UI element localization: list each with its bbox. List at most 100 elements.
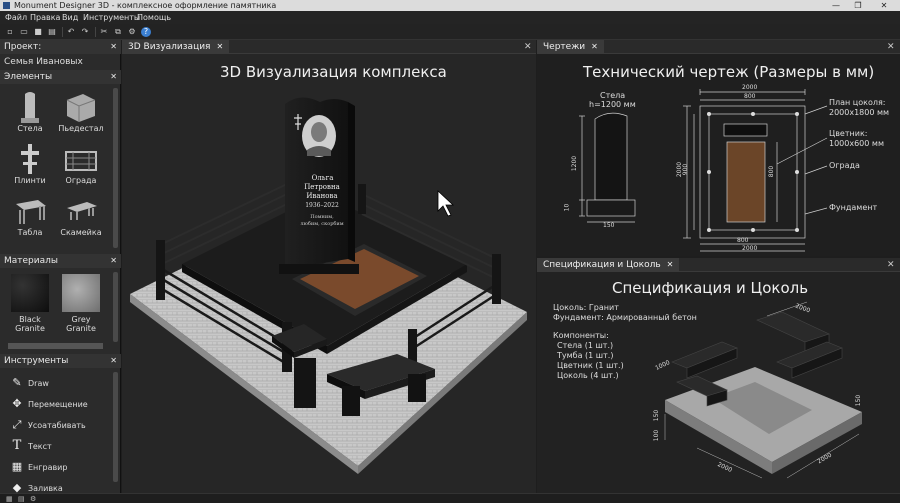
close-icon[interactable]: ✕ — [110, 40, 117, 54]
element-pedestal[interactable]: Пьедестал — [56, 90, 106, 133]
tool-text[interactable]: T Текст — [10, 437, 52, 455]
save-icon[interactable]: ■ — [33, 27, 43, 37]
new-icon[interactable]: ▫ — [5, 27, 15, 37]
print-icon[interactable]: ▤ — [47, 27, 57, 37]
tool-fill[interactable]: ◆ Заливка — [10, 479, 63, 493]
close-button[interactable]: ✕ — [874, 0, 894, 11]
app-logo-icon — [3, 2, 10, 9]
dim-stele-base-width: 150 — [603, 222, 615, 229]
dim-plan-inner-width: 800 — [744, 93, 756, 100]
left-panel: Проект: ✕ Семья Ивановых Элементы ✕ Стела … — [0, 40, 121, 495]
element-fence[interactable]: Ограда — [56, 142, 106, 185]
settings-icon[interactable]: ⚙ — [127, 27, 137, 37]
brush-icon: ✎ — [12, 376, 22, 389]
element-label: Табла — [17, 228, 43, 237]
tab-drawings[interactable]: Чертежи ✕ — [537, 40, 604, 54]
settings-icon[interactable]: ⚙ — [30, 495, 38, 503]
menu-help[interactable]: Помощь — [137, 11, 171, 24]
tab-3d-view[interactable]: 3D Визуализация ✕ — [122, 40, 230, 54]
technical-drawing — [579, 89, 828, 252]
close-icon[interactable]: ✕ — [110, 70, 117, 84]
minimize-button[interactable]: — — [826, 0, 846, 11]
element-stele[interactable]: Стела — [5, 90, 55, 133]
stele-label: Стела — [600, 91, 626, 100]
dim-spec-g: 100 — [653, 429, 661, 442]
toolbar-separator — [62, 27, 63, 37]
tab-label: Чертежи — [543, 42, 586, 52]
open-icon[interactable]: ▭ — [19, 27, 29, 37]
viewport-3d[interactable]: 3D Визуализация комплекса Ольга Петровна… — [122, 54, 536, 493]
element-label: Стела — [17, 124, 43, 133]
tool-label: Текст — [28, 442, 52, 451]
tool-draw[interactable]: ✎ Draw — [10, 374, 49, 392]
scale-icon: ⤢ — [12, 418, 22, 431]
material-grey-granite[interactable]: Grey Granite — [56, 274, 106, 333]
dim-stele-base: 10 — [563, 203, 571, 212]
tool-label: Енгравир — [28, 463, 68, 472]
maximize-button[interactable]: ❐ — [848, 0, 868, 11]
tool-engrave[interactable]: ▦ Енгравир — [10, 458, 68, 476]
material-strip — [8, 343, 103, 349]
materials-header: Материалы ✕ — [0, 254, 121, 268]
epitaph-memo-1: Помним, — [310, 214, 334, 220]
close-icon[interactable]: ✕ — [591, 42, 598, 51]
materials-scrollbar[interactable] — [113, 272, 118, 342]
tool-scale[interactable]: ⤢ Усоатабивать — [10, 416, 86, 434]
legend-flower-label: Цветник: — [829, 129, 868, 138]
cut-icon[interactable]: ✂ — [99, 27, 109, 37]
viewport-tabstrip: 3D Визуализация ✕ ✕ — [122, 40, 536, 54]
undo-icon[interactable]: ↶ — [66, 27, 76, 37]
fence-icon — [65, 151, 97, 171]
element-label: Скамейка — [60, 228, 102, 237]
stele-height: h=1200 мм — [589, 100, 636, 109]
material-swatch — [11, 274, 49, 312]
project-header: Проект: ✕ — [0, 40, 121, 54]
menu-file[interactable]: Файл — [5, 11, 27, 24]
element-label: Ограда — [65, 176, 97, 185]
dim-flower-height: 800 — [768, 165, 776, 178]
title-bar: Monument Designer 3D - комплексное оформ… — [0, 0, 900, 11]
project-name: Семья Ивановых — [4, 57, 83, 67]
help-icon[interactable]: ? — [141, 27, 151, 37]
material-label: Black Granite — [15, 315, 45, 333]
dim-bottom-inner: 800 — [737, 237, 749, 244]
redo-icon[interactable]: ↷ — [80, 27, 90, 37]
menu-edit[interactable]: Правка — [30, 11, 60, 24]
fill-icon: ◆ — [12, 481, 22, 493]
material-swatch — [62, 274, 100, 312]
panel-close-icon[interactable]: ✕ — [887, 258, 895, 272]
epitaph-memo-2: любим, скорбим — [300, 221, 344, 227]
menu-tools[interactable]: Инструменты — [83, 11, 140, 24]
text-icon: T — [12, 438, 22, 453]
menu-view[interactable]: Вид — [62, 11, 78, 24]
materials-title: Материалы — [4, 256, 58, 266]
tool-label: Усоатабивать — [28, 421, 86, 430]
element-label: Пьедестал — [58, 124, 104, 133]
copy-icon[interactable]: ⧉ — [113, 27, 123, 37]
close-icon[interactable]: ✕ — [216, 42, 223, 51]
legend-foundation: Фундамент — [829, 203, 878, 212]
element-label: Плинти — [14, 176, 46, 185]
element-table[interactable]: Табла — [5, 194, 55, 237]
grid-icon[interactable]: ▦ — [6, 495, 14, 503]
tool-label: Заливка — [28, 484, 63, 493]
close-icon[interactable]: ✕ — [110, 354, 117, 368]
tools-scrollbar[interactable] — [113, 372, 118, 482]
tool-label: Перемещение — [28, 400, 88, 409]
element-bench[interactable]: Скамейка — [56, 194, 106, 237]
tool-move[interactable]: ✥ Перемещение — [10, 395, 88, 413]
close-icon[interactable]: ✕ — [667, 260, 674, 269]
close-icon[interactable]: ✕ — [110, 254, 117, 268]
material-black-granite[interactable]: Black Granite — [5, 274, 55, 333]
spec-tabstrip: Спецификация и Цоколь ✕ ✕ — [537, 258, 900, 272]
layers-icon[interactable]: ▤ — [18, 495, 26, 503]
dim-spec-f: 150 — [855, 394, 863, 407]
engrave-icon: ▦ — [11, 460, 23, 473]
panel-close-icon[interactable]: ✕ — [887, 40, 895, 54]
material-label: Grey Granite — [66, 315, 96, 333]
elements-scrollbar[interactable] — [113, 88, 118, 248]
drawings-panel: Технический чертеж (Размеры в мм) Стела … — [537, 54, 900, 256]
element-cross[interactable]: Плинти — [5, 142, 55, 185]
tab-specification[interactable]: Спецификация и Цоколь ✕ — [537, 258, 680, 272]
panel-close-icon[interactable]: ✕ — [524, 40, 532, 54]
